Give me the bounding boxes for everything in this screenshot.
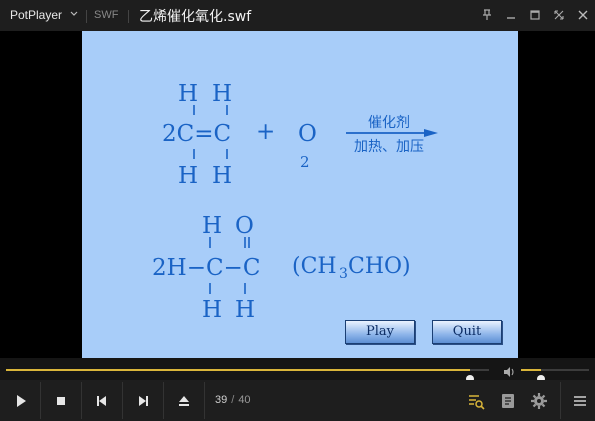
current-index: 39	[215, 394, 228, 406]
chevron-down-icon[interactable]	[70, 7, 78, 24]
divider	[204, 382, 205, 419]
h-label: H	[212, 163, 232, 189]
plus-sign: +	[256, 119, 275, 145]
seek-slider[interactable]	[6, 369, 489, 383]
eject-icon[interactable]	[173, 390, 195, 412]
stop-icon[interactable]	[50, 390, 72, 412]
seek-bar-area	[0, 358, 595, 383]
o-label: O	[235, 213, 254, 239]
divider	[40, 382, 41, 419]
title-bar: PotPlayer SWF 乙烯催化氧化.swf	[0, 0, 595, 31]
quit-button[interactable]: Quit	[432, 320, 502, 344]
close-icon[interactable]	[574, 6, 592, 24]
minimize-icon[interactable]	[502, 6, 520, 24]
menu-icon[interactable]	[569, 390, 591, 412]
acetaldehyde-structure: 2H−C−C	[152, 255, 260, 281]
ethylene-formula: 2C=C	[162, 121, 231, 147]
window-title: 乙烯催化氧化.swf	[139, 9, 252, 25]
video-area[interactable]: H H 2C=C H H + O 2 催化剂 加热、加压 H O 2H−C−C …	[82, 31, 518, 358]
h-label: H	[178, 81, 198, 107]
playlist-counter: 39/40	[215, 394, 251, 406]
condition-label: 加热、加压	[354, 139, 424, 155]
h-label: H	[212, 81, 232, 107]
play-button[interactable]: Play	[345, 320, 415, 344]
divider	[86, 10, 87, 23]
info-icon[interactable]	[497, 390, 519, 412]
chemistry-slide: H H 2C=C H H + O 2 催化剂 加热、加压 H O 2H−C−C …	[152, 81, 438, 323]
previous-icon[interactable]	[91, 390, 113, 412]
volume-slider[interactable]	[521, 369, 589, 383]
settings-gear-icon[interactable]	[528, 390, 550, 412]
fullscreen-icon[interactable]	[550, 6, 568, 24]
oxygen-subscript: 2	[300, 153, 310, 171]
format-label: SWF	[94, 9, 119, 21]
h-label: H	[202, 297, 222, 323]
condensed-formula-end: CHO)	[348, 254, 411, 279]
total-count: 40	[238, 394, 251, 406]
app-menu-button[interactable]: PotPlayer	[10, 8, 62, 22]
divider	[163, 382, 164, 419]
maximize-icon[interactable]	[526, 6, 544, 24]
playlist-search-icon[interactable]	[465, 390, 487, 412]
seek-progress	[6, 369, 470, 371]
condensed-formula-start: (CH	[292, 254, 337, 279]
control-bar: 39/40	[0, 380, 595, 421]
h-label: H	[235, 297, 255, 323]
play-icon[interactable]	[10, 390, 32, 412]
counter-separator: /	[231, 394, 235, 406]
h-label: H	[178, 163, 198, 189]
next-icon[interactable]	[132, 390, 154, 412]
divider	[122, 382, 123, 419]
h-label: H	[202, 213, 222, 239]
divider	[560, 382, 561, 419]
catalyst-label: 催化剂	[368, 115, 410, 131]
divider	[128, 10, 129, 23]
pin-icon[interactable]	[478, 6, 496, 24]
divider	[81, 382, 82, 419]
oxygen-symbol: O	[298, 121, 317, 147]
volume-icon[interactable]	[503, 363, 517, 377]
volume-level	[521, 369, 541, 371]
condensed-formula-sub: 3	[339, 266, 348, 282]
